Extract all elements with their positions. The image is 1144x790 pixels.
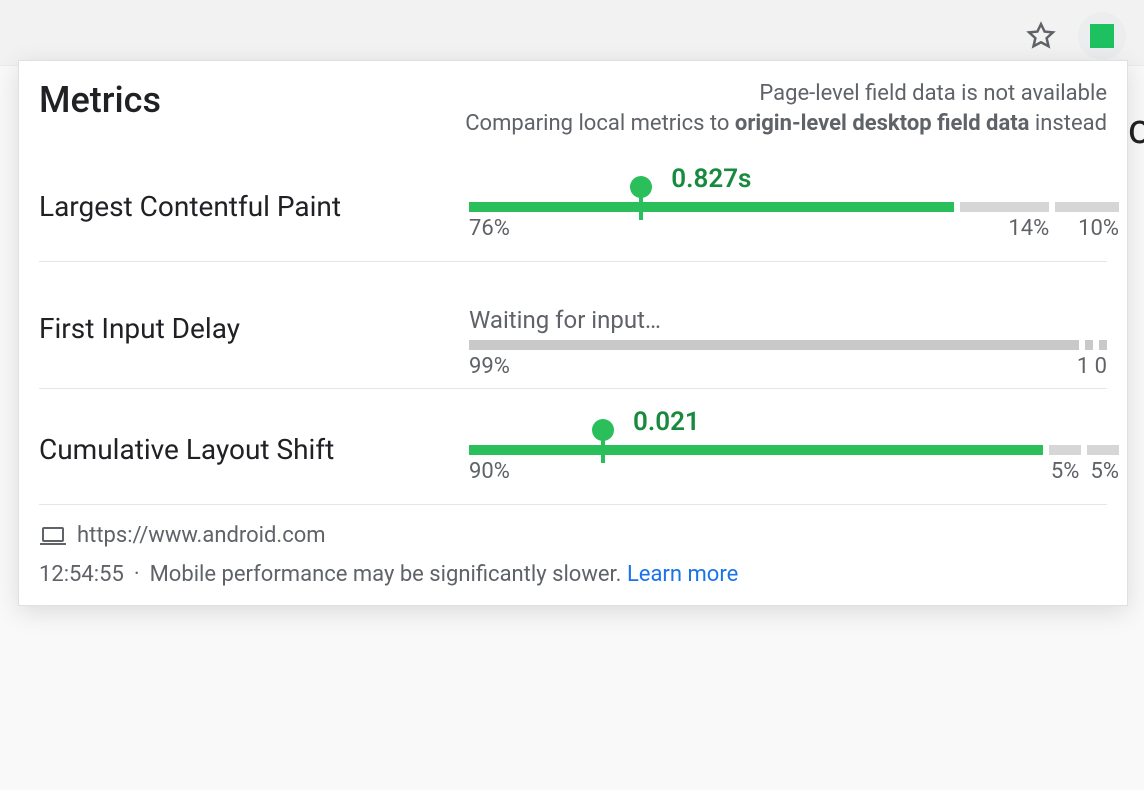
metric-label-cls: Cumulative Layout Shift xyxy=(39,433,439,466)
laptop-icon xyxy=(39,526,67,546)
extension-badge[interactable] xyxy=(1078,12,1126,60)
metric-row-fid: First Input Delay Waiting for input… 99%… xyxy=(39,262,1107,389)
browser-toolbar-bg xyxy=(0,0,1144,66)
note-line-1: Page-level field data is not available xyxy=(465,79,1107,109)
pct-poor: 5% xyxy=(1090,459,1118,484)
note-line-2-suffix: instead xyxy=(1029,111,1107,136)
learn-more-link[interactable]: Learn more xyxy=(627,562,738,587)
metric-label-lcp: Largest Contentful Paint xyxy=(39,190,439,223)
background-page-glyph-right: c xyxy=(1128,105,1144,154)
metric-value-cls: 0.021 xyxy=(633,407,700,437)
metric-waiting-fid: Waiting for input… xyxy=(469,306,1107,334)
viewport: t c Metrics Page-level field data is not… xyxy=(0,0,1144,790)
bar-seg-good: 90% xyxy=(469,445,1043,455)
metric-row-cls: Cumulative Layout Shift 0.021 90% 5% 5% xyxy=(39,389,1107,505)
pct-right-fid: 1 0 xyxy=(1077,354,1107,379)
panel-header: Metrics Page-level field data is not ava… xyxy=(39,61,1107,146)
web-vitals-ext-icon xyxy=(1090,24,1114,48)
pct-good: 76% xyxy=(469,216,510,241)
metric-bar-lcp: 76% 14% 10% xyxy=(469,202,1107,212)
note-line-2-bold: origin-level desktop field data xyxy=(735,111,1030,136)
footer-url-line: https://www.android.com xyxy=(39,523,1107,548)
metric-marker-cls xyxy=(601,437,605,463)
metric-label-fid: First Input Delay xyxy=(39,312,439,345)
separator: · xyxy=(134,562,140,587)
pct-good: 99% xyxy=(469,354,510,379)
bar-seg-good: 99% xyxy=(469,340,1079,350)
toolbar-right xyxy=(1026,12,1126,60)
bar-seg-poor: 10% xyxy=(1055,202,1119,212)
bar-seg-poor: 1 0 xyxy=(1099,340,1107,350)
pct-good: 90% xyxy=(469,459,510,484)
footer-note: Mobile performance may be significantly … xyxy=(150,562,622,587)
metric-marker-lcp xyxy=(639,194,643,220)
metric-bar-fid: 99% 1 0 xyxy=(469,340,1107,350)
footer-note-line: 12:54:55 · Mobile performance may be signi… xyxy=(39,562,1107,587)
bar-seg-good: 76% xyxy=(469,202,954,212)
footer-url: https://www.android.com xyxy=(77,523,326,548)
bar-seg-ni: 5% xyxy=(1049,445,1081,455)
panel-note: Page-level field data is not available C… xyxy=(465,79,1107,138)
panel-title: Metrics xyxy=(39,79,161,121)
metric-value-lcp: 0.827s xyxy=(671,164,751,194)
bar-seg-ni xyxy=(1085,340,1093,350)
bar-seg-ni: 14% xyxy=(960,202,1049,212)
pct-poor: 10% xyxy=(1078,216,1119,241)
metric-bar-cls: 90% 5% 5% xyxy=(469,445,1107,455)
pct-ni: 5% xyxy=(1051,459,1079,484)
metric-row-lcp: Largest Contentful Paint 0.827s 76% 14% … xyxy=(39,146,1107,262)
footer-time: 12:54:55 xyxy=(39,562,124,587)
note-line-2: Comparing local metrics to origin-level … xyxy=(465,109,1107,139)
metric-body-fid: Waiting for input… 99% 1 0 xyxy=(469,306,1107,350)
panel-footer: https://www.android.com 12:54:55 · Mobile … xyxy=(39,505,1107,595)
metric-body-lcp: 0.827s 76% 14% 10% xyxy=(469,202,1107,212)
pct-ni: 14% xyxy=(1008,216,1049,241)
note-line-2-prefix: Comparing local metrics to xyxy=(465,111,735,136)
metric-body-cls: 0.021 90% 5% 5% xyxy=(469,445,1107,455)
bar-seg-poor: 5% xyxy=(1087,445,1119,455)
web-vitals-panel: Metrics Page-level field data is not ava… xyxy=(18,60,1128,606)
bookmark-star-icon[interactable] xyxy=(1026,21,1056,51)
